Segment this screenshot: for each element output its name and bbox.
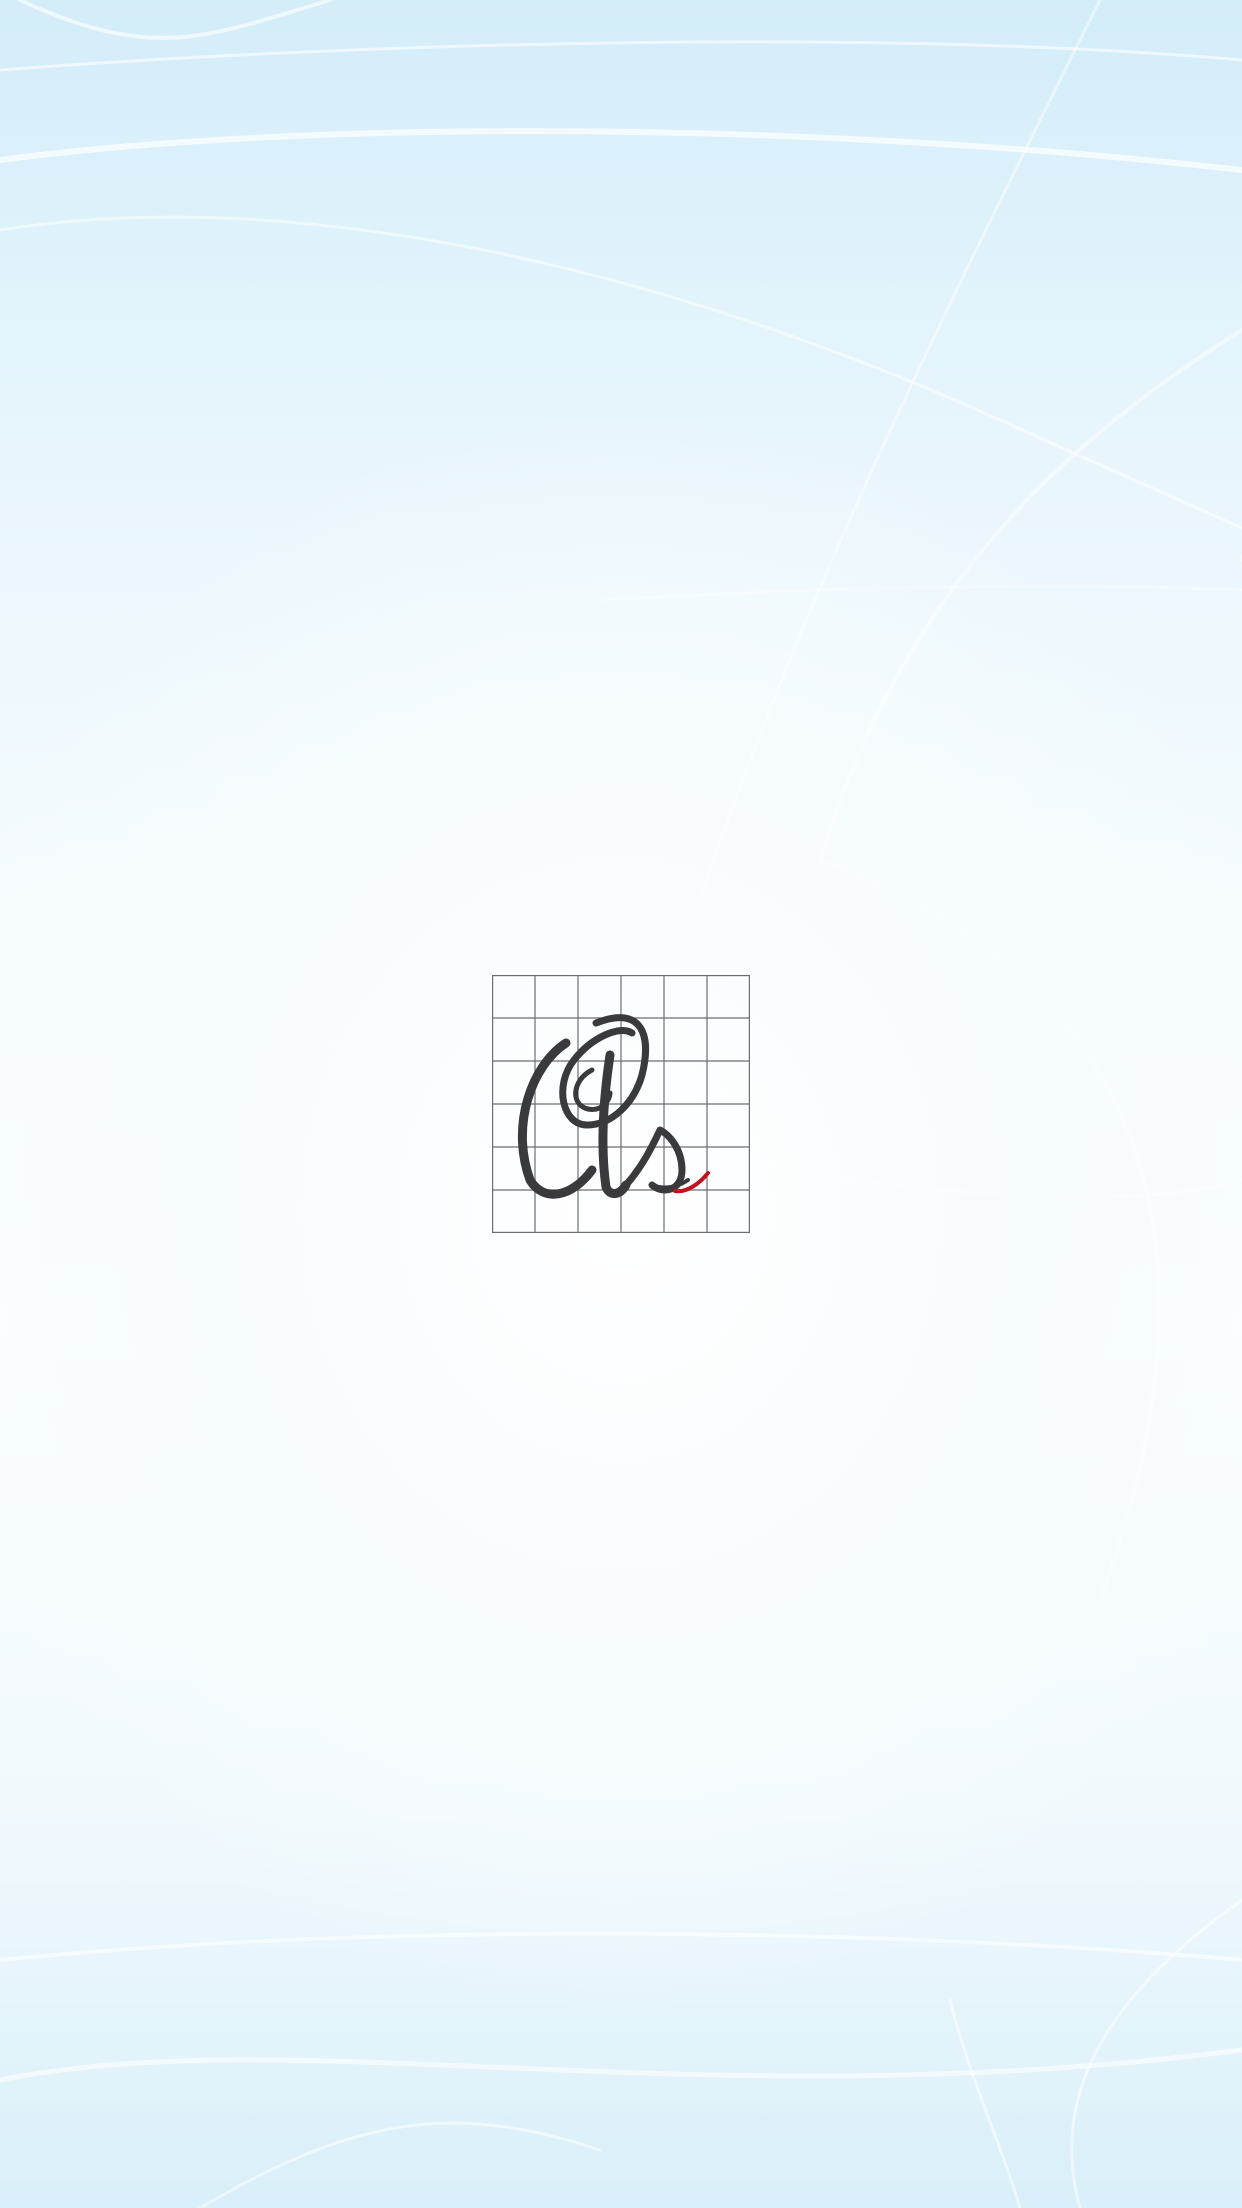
splash-screen <box>0 0 1242 2208</box>
app-logo <box>492 975 750 1233</box>
monogram-logo-icon <box>492 975 750 1233</box>
